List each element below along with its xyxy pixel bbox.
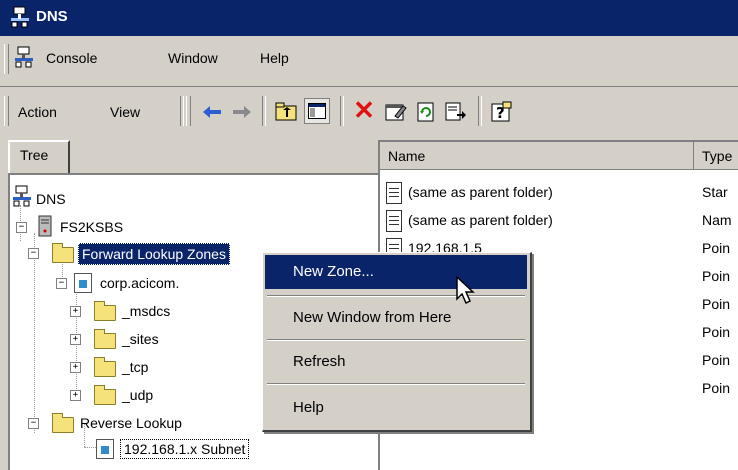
menu-item-refresh[interactable]: Refresh: [265, 345, 527, 379]
context-menu: New Zone... New Window from Here Refresh…: [262, 252, 532, 432]
collapse-icon[interactable]: −: [28, 418, 39, 429]
window-title: DNS: [36, 8, 68, 25]
action-menu-button[interactable]: Action: [18, 104, 57, 120]
menu-bar: Console Window Help: [0, 36, 738, 87]
tree-node-label: 192.168.1.x Subnet: [120, 439, 250, 459]
collapse-icon[interactable]: −: [56, 278, 67, 289]
tree-node-label: FS2KSBS: [60, 219, 124, 235]
export-list-icon[interactable]: [444, 100, 468, 124]
column-header-type[interactable]: Type: [694, 142, 738, 170]
menu-item-new-zone[interactable]: New Zone...: [265, 255, 527, 289]
dns-root-icon: [12, 185, 32, 210]
tree-node-label: Reverse Lookup: [80, 415, 182, 431]
column-header-name[interactable]: Name: [380, 142, 694, 170]
menu-separator: [267, 295, 525, 297]
menu-separator: [267, 383, 525, 385]
zone-icon: [74, 273, 92, 293]
menu-item-new-window[interactable]: New Window from Here: [265, 301, 527, 335]
folder-icon: [94, 301, 116, 321]
record-icon: [386, 182, 402, 204]
tree-node-label: DNS: [36, 191, 66, 207]
title-bar: DNS: [0, 0, 738, 36]
toolbar: Action View ✕ ?: [0, 90, 738, 138]
tree-node-label: Forward Lookup Zones: [78, 243, 230, 265]
menu-console[interactable]: Console: [46, 50, 97, 66]
tree-node-label: _tcp: [122, 359, 149, 375]
menu-help[interactable]: Help: [260, 50, 289, 66]
folder-icon: [52, 413, 74, 433]
tab-tree[interactable]: Tree: [8, 140, 70, 174]
list-item[interactable]: (same as parent folder) Nam: [386, 208, 738, 236]
folder-icon: [94, 357, 116, 377]
menu-window[interactable]: Window: [168, 50, 218, 66]
forward-arrow-icon[interactable]: [230, 100, 254, 124]
dns-server-icon: [10, 6, 30, 32]
expand-icon[interactable]: +: [70, 362, 81, 373]
expand-icon[interactable]: +: [70, 390, 81, 401]
folder-icon: [52, 243, 74, 263]
refresh-icon[interactable]: [414, 100, 438, 124]
list-item[interactable]: (same as parent folder) Star: [386, 180, 738, 208]
tree-node-label: corp.acicom.: [100, 275, 180, 291]
menu-separator: [267, 339, 525, 341]
tree-node-label: _sites: [122, 331, 159, 347]
zone-icon: [96, 439, 114, 459]
record-icon: [386, 210, 402, 232]
folder-icon: [94, 329, 116, 349]
delete-icon[interactable]: ✕: [352, 95, 376, 125]
menu-item-help[interactable]: Help: [265, 391, 527, 425]
tree-node-label: _udp: [122, 387, 154, 403]
folder-icon: [94, 385, 116, 405]
tree-node-label: _msdcs: [122, 303, 171, 319]
collapse-icon[interactable]: −: [16, 222, 27, 233]
help-icon[interactable]: ?: [490, 100, 514, 124]
console-icon: [14, 46, 34, 71]
up-folder-icon[interactable]: [274, 100, 298, 124]
mouse-cursor-icon: [456, 275, 478, 309]
expand-icon[interactable]: +: [70, 334, 81, 345]
back-arrow-icon[interactable]: [200, 100, 224, 124]
view-menu-button[interactable]: View: [110, 104, 140, 120]
show-hide-tree-icon[interactable]: [304, 98, 330, 124]
server-icon: [38, 215, 52, 240]
expand-icon[interactable]: +: [70, 306, 81, 317]
properties-icon[interactable]: [384, 100, 408, 124]
collapse-icon[interactable]: −: [28, 248, 39, 259]
